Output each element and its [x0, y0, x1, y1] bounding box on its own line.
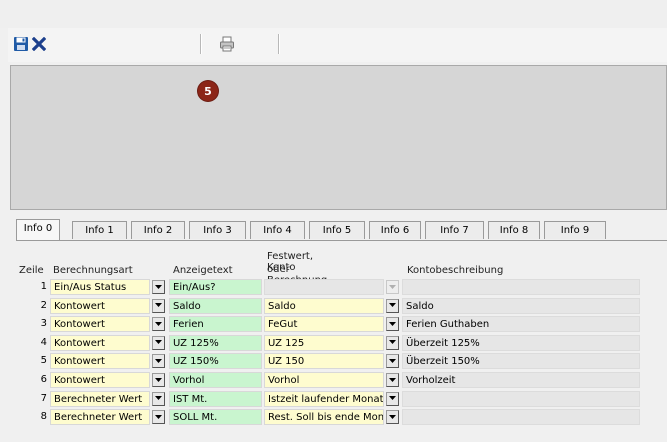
tab-info-1[interactable]: Info 1	[72, 221, 127, 239]
kontobeschreibung-field: Überzeit 125%	[402, 334, 640, 351]
column-header-anzeigetext: Anzeigetext	[173, 265, 233, 276]
berechnungsart-field[interactable]: Berechneter Wert	[50, 409, 150, 426]
toolbar-separator	[200, 34, 202, 54]
row-number: 3	[40, 318, 47, 330]
festwert-field[interactable]: Istzeit laufender Monat	[264, 390, 384, 407]
festwert-dropdown-button[interactable]	[386, 335, 399, 350]
kontobeschreibung-field	[402, 409, 640, 426]
anzeigetext-field[interactable]: UZ 150%	[169, 353, 262, 370]
row-number: 5	[40, 355, 47, 367]
festwert-dropdown-button[interactable]	[386, 298, 399, 313]
festwert-field[interactable]: Saldo	[264, 297, 384, 314]
festwert-field[interactable]: FeGut	[264, 316, 384, 333]
kontobeschreibung-field: Saldo	[402, 297, 640, 314]
print-icon[interactable]	[218, 35, 236, 53]
festwert-field[interactable]: UZ 150	[264, 353, 384, 370]
anzeigetext-field[interactable]: Vorhol	[169, 372, 262, 388]
tab-info-0[interactable]: Info 0	[16, 219, 60, 241]
berechnungsart-dropdown-button[interactable]	[152, 391, 165, 406]
row-number: 7	[40, 392, 47, 404]
festwert-dropdown-button[interactable]	[386, 410, 399, 425]
kontobeschreibung-field: Vorholzeit	[402, 372, 640, 388]
close-icon[interactable]	[30, 35, 48, 53]
berechnungsart-field[interactable]: Kontowert	[50, 372, 150, 388]
tab-info-2[interactable]: Info 2	[131, 221, 185, 239]
tab-info-6[interactable]: Info 6	[369, 221, 421, 239]
tab-info-9[interactable]: Info 9	[544, 221, 606, 239]
berechnungsart-field[interactable]: Kontowert	[50, 297, 150, 314]
column-header-zeile: Zeile	[19, 265, 44, 276]
step-badge: 5	[198, 81, 218, 101]
berechnungsart-dropdown-button[interactable]	[152, 280, 165, 294]
toolbar	[8, 28, 667, 62]
save-icon[interactable]	[12, 35, 30, 53]
berechnungsart-dropdown-button[interactable]	[152, 317, 165, 332]
tab-info-7[interactable]: Info 7	[425, 221, 484, 239]
row-number: 1	[40, 281, 47, 292]
row-number: 4	[40, 336, 47, 348]
anzeigetext-field[interactable]: SOLL Mt.	[169, 409, 262, 426]
kontobeschreibung-field	[402, 279, 640, 295]
berechnungsart-field[interactable]: Berechneter Wert	[50, 390, 150, 407]
anzeigetext-field[interactable]: Ferien	[169, 316, 262, 333]
berechnungsart-dropdown-button[interactable]	[152, 410, 165, 425]
tab-info-8[interactable]: Info 8	[488, 221, 540, 239]
festwert-field[interactable]: UZ 125	[264, 334, 384, 351]
berechnungsart-field[interactable]: Kontowert	[50, 334, 150, 351]
festwert-field[interactable]: Vorhol	[264, 372, 384, 388]
kontobeschreibung-field	[402, 390, 640, 407]
tab-info-5[interactable]: Info 5	[309, 221, 365, 239]
kontobeschreibung-field: Überzeit 150%	[402, 353, 640, 370]
festwert-field[interactable]: Rest. Soll bis ende Mon.	[264, 409, 384, 426]
tab-baseline	[16, 240, 667, 241]
anzeigetext-field[interactable]: Ein/Aus?	[169, 279, 262, 295]
berechnungsart-dropdown-button[interactable]	[152, 373, 165, 387]
berechnungsart-field[interactable]: Kontowert	[50, 353, 150, 370]
festwert-field[interactable]	[264, 279, 384, 295]
festwert-dropdown-button[interactable]	[386, 317, 399, 332]
festwert-dropdown-button[interactable]	[386, 354, 399, 369]
toolbar-separator	[278, 34, 280, 54]
preview-panel	[10, 65, 667, 210]
berechnungsart-dropdown-button[interactable]	[152, 335, 165, 350]
festwert-dropdown-button[interactable]	[386, 391, 399, 406]
window-top-bar	[0, 0, 667, 28]
column-header-berechnungsart: Berechnungsart	[53, 265, 133, 276]
row-number: 2	[40, 299, 47, 311]
festwert-dropdown-button[interactable]	[386, 373, 399, 387]
row-number: 6	[40, 374, 47, 385]
info-tab-bar: Info 0 Info 1 Info 2 Info 3 Info 4 Info 5 Info…	[16, 219, 667, 241]
berechnungsart-dropdown-button[interactable]	[152, 354, 165, 369]
tab-info-4[interactable]: Info 4	[250, 221, 305, 239]
tab-info-3[interactable]: Info 3	[189, 221, 246, 239]
berechnungsart-field[interactable]: Kontowert	[50, 316, 150, 333]
anzeigetext-field[interactable]: Saldo	[169, 297, 262, 314]
kontobeschreibung-field: Ferien Guthaben	[402, 316, 640, 333]
row-number: 8	[40, 411, 47, 423]
berechnungsart-field[interactable]: Ein/Aus Status	[50, 279, 150, 295]
column-header-kontobeschreibung: Kontobeschreibung	[407, 265, 504, 276]
anzeigetext-field[interactable]: UZ 125%	[169, 334, 262, 351]
berechnungsart-dropdown-button[interactable]	[152, 298, 165, 313]
anzeigetext-field[interactable]: IST Mt.	[169, 390, 262, 407]
festwert-dropdown-button[interactable]	[386, 280, 399, 294]
